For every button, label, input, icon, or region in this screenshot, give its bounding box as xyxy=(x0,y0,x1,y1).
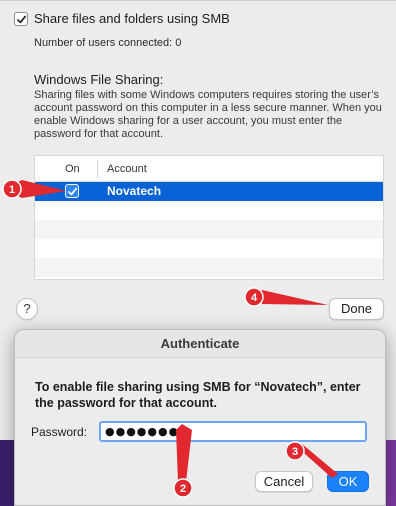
windows-sharing-heading: Windows File Sharing: xyxy=(34,72,164,87)
column-header-account[interactable]: Account xyxy=(107,163,147,175)
done-button[interactable]: Done xyxy=(329,298,384,320)
table-row-novatech[interactable]: Novatech xyxy=(35,182,383,201)
row-enable-checkbox[interactable] xyxy=(65,184,79,198)
help-button[interactable]: ? xyxy=(16,298,38,320)
smb-checkbox[interactable] xyxy=(14,12,28,26)
checkmark-icon xyxy=(16,15,26,23)
windows-sharing-description: Sharing files with some Windows computer… xyxy=(34,89,382,140)
table-row-empty xyxy=(35,239,383,258)
table-row-empty xyxy=(35,201,383,220)
dialog-message: To enable file sharing using SMB for “No… xyxy=(35,380,361,410)
smb-checkbox-label[interactable]: Share files and folders using SMB xyxy=(34,11,230,26)
dialog-title: Authenticate xyxy=(160,336,240,351)
password-field[interactable] xyxy=(99,421,367,442)
windows-sharing-accounts-table: On Account Novatech xyxy=(34,155,384,280)
file-sharing-options-sheet: Share files and folders using SMB Number… xyxy=(0,0,396,330)
sheet-top-border xyxy=(0,0,396,1)
column-divider xyxy=(97,160,98,178)
authenticate-dialog: Authenticate To enable file sharing usin… xyxy=(14,329,386,506)
checkmark-icon xyxy=(67,187,77,195)
cancel-button[interactable]: Cancel xyxy=(255,471,313,492)
table-row-empty xyxy=(35,258,383,277)
table-row-empty xyxy=(35,220,383,239)
ok-button[interactable]: OK xyxy=(327,471,369,492)
password-label: Password: xyxy=(31,425,88,439)
column-header-on[interactable]: On xyxy=(65,163,80,175)
dialog-titlebar: Authenticate xyxy=(15,330,385,358)
users-connected-text: Number of users connected: 0 xyxy=(34,37,182,49)
table-header: On Account xyxy=(35,156,383,182)
row-account-name: Novatech xyxy=(107,184,162,198)
